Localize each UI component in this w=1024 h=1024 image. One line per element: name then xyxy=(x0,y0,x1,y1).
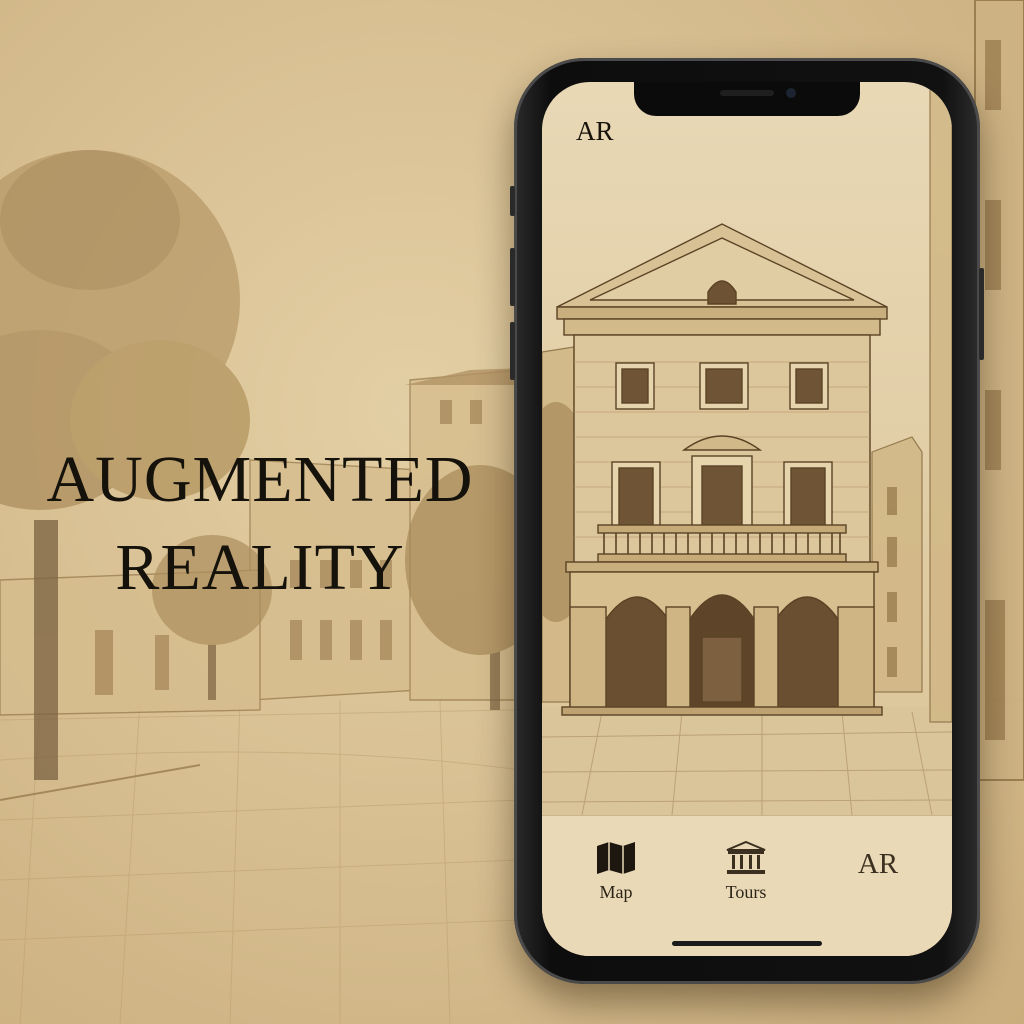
ar-mode-label: AR xyxy=(576,116,614,146)
tab-ar[interactable]: AR xyxy=(828,840,928,881)
historic-building-sketch xyxy=(556,223,888,716)
phone-mockup: AR Map Tours AR xyxy=(510,58,984,984)
headline-line-1: AUGMENTED xyxy=(46,443,474,517)
home-indicator[interactable] xyxy=(672,941,822,946)
map-icon xyxy=(597,842,635,874)
tab-tours-label: Tours xyxy=(725,882,767,902)
front-camera xyxy=(786,88,796,98)
headline: AUGMENTED REALITY xyxy=(0,436,520,612)
tab-map[interactable]: Map xyxy=(566,840,666,903)
silent-switch xyxy=(510,186,515,216)
headline-line-2: REALITY xyxy=(115,531,405,605)
volume-down-button xyxy=(510,322,515,380)
tab-tours[interactable]: Tours xyxy=(696,840,796,903)
app-screen: AR Map Tours AR xyxy=(542,82,952,956)
tab-map-label: Map xyxy=(599,882,633,902)
phone-notch xyxy=(634,82,860,116)
bottom-tab-bar: Map Tours AR xyxy=(542,815,952,956)
ar-camera-view[interactable] xyxy=(542,82,952,815)
earpiece-speaker xyxy=(720,90,774,96)
ar-text-icon: AR xyxy=(857,848,899,880)
power-button xyxy=(979,268,984,360)
museum-icon xyxy=(726,840,766,874)
volume-up-button xyxy=(510,248,515,306)
